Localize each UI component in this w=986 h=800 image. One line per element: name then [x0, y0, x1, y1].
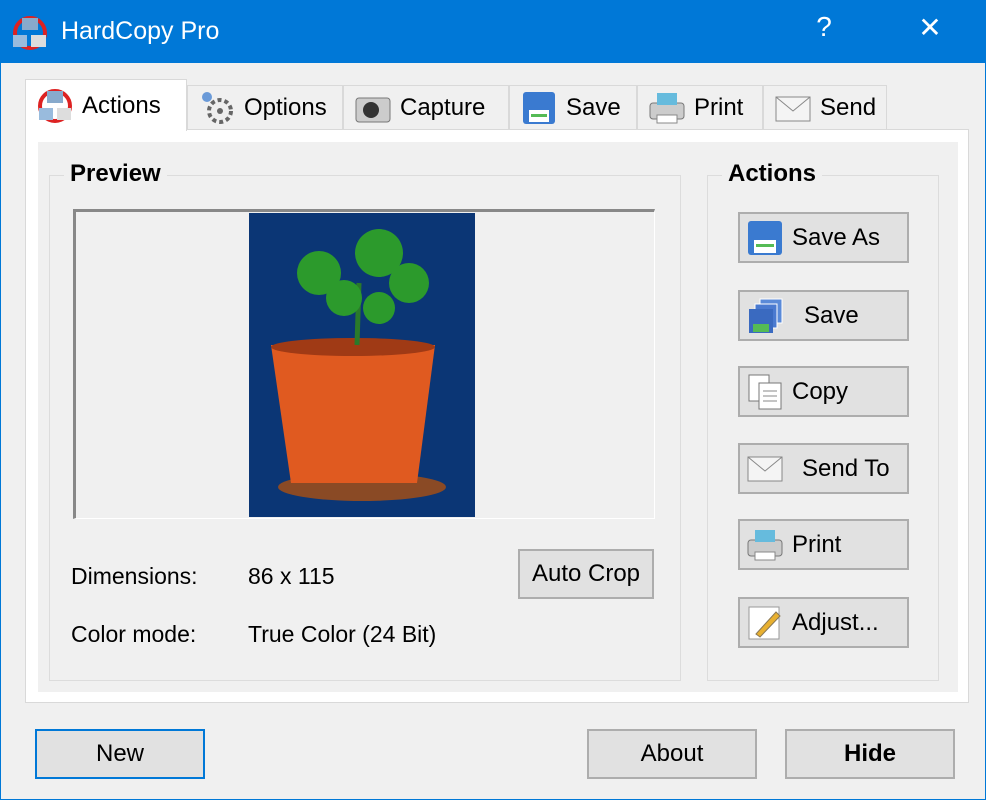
floppy-icon	[523, 91, 555, 124]
tab-print[interactable]: Print	[637, 85, 763, 129]
printer-icon	[649, 92, 685, 123]
tab-label: Actions	[82, 91, 161, 119]
button-label: Adjust...	[792, 608, 879, 636]
app-icon	[38, 88, 72, 123]
adjust-button[interactable]: Adjust...	[738, 597, 909, 648]
hide-label: Hide	[843, 740, 896, 767]
dimensions-value: 86 x 115	[248, 563, 335, 589]
envelope-icon	[775, 96, 811, 121]
floppy-icon	[748, 220, 782, 255]
tab-label: Capture	[400, 93, 486, 121]
button-label: Print	[792, 530, 842, 558]
hardcopy-window: HardCopy Pro ? ✕ Actions Options Capture…	[0, 0, 986, 800]
gear-icon	[202, 91, 233, 124]
new-button[interactable]: New	[35, 729, 205, 779]
button-label: Copy	[792, 377, 849, 405]
pencil-icon	[748, 606, 781, 639]
color-mode-label: Color mode:	[71, 621, 197, 647]
about-label: About	[640, 740, 704, 767]
tab-label: Print	[694, 93, 744, 121]
save-as-button[interactable]: Save As	[738, 212, 909, 263]
multi-floppy-icon	[749, 298, 783, 333]
about-button[interactable]: About	[587, 729, 757, 779]
tab-save[interactable]: Save	[509, 85, 637, 129]
window-title: HardCopy Pro	[61, 17, 220, 45]
help-button[interactable]: ?	[799, 11, 849, 43]
app-icon	[13, 16, 47, 50]
new-label: New	[95, 740, 144, 767]
tab-label: Send	[820, 93, 877, 121]
preview-frame	[73, 209, 655, 519]
send-to-button[interactable]: Send To	[738, 443, 909, 494]
auto-crop-button[interactable]: Auto Crop	[518, 549, 654, 599]
preview-image	[249, 213, 475, 517]
dimensions-label: Dimensions:	[71, 563, 198, 589]
tab-actions[interactable]: Actions	[25, 79, 187, 131]
tab-options[interactable]: Options	[187, 85, 343, 129]
tab-capture[interactable]: Capture	[343, 85, 509, 129]
save-button[interactable]: Save	[738, 290, 909, 341]
button-label: Send To	[802, 454, 890, 482]
camera-icon	[355, 97, 391, 122]
tab-label: Options	[244, 93, 327, 121]
tab-label: Save	[566, 93, 621, 121]
copy-button[interactable]: Copy	[738, 366, 909, 417]
auto-crop-label: Auto Crop	[531, 560, 641, 587]
color-mode-value: True Color (24 Bit)	[248, 621, 437, 647]
envelope-icon	[747, 456, 783, 481]
tab-send[interactable]: Send	[763, 85, 887, 129]
title-bar[interactable]: HardCopy Pro ? ✕	[1, 1, 986, 63]
button-label: Save	[804, 301, 859, 329]
close-button[interactable]: ✕	[905, 11, 955, 44]
hide-button[interactable]: Hide	[785, 729, 955, 779]
actions-title: Actions	[722, 160, 823, 188]
preview-title: Preview	[64, 160, 167, 188]
button-label: Save As	[792, 223, 881, 251]
printer-icon	[747, 529, 783, 560]
copy-icon	[748, 374, 782, 409]
print-button[interactable]: Print	[738, 519, 909, 570]
